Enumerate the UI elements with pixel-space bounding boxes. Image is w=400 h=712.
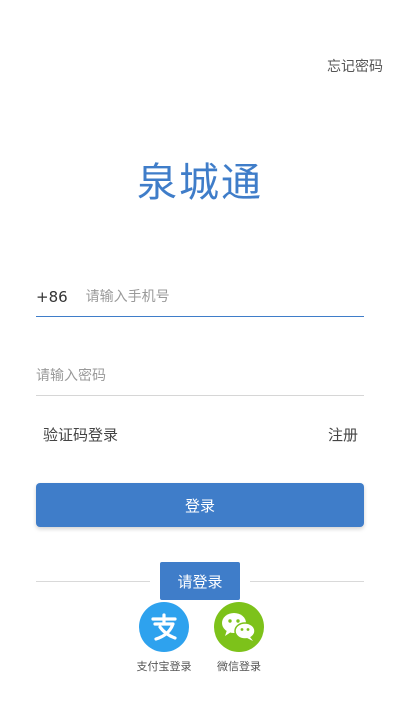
wechat-login-button[interactable]: 微信登录 (204, 602, 274, 674)
alipay-icon (139, 602, 189, 652)
phone-field: +86 (36, 278, 364, 317)
forgot-password-link[interactable]: 忘记密码 (327, 56, 383, 76)
alipay-login-button[interactable]: 支付宝登录 (129, 602, 199, 674)
password-input[interactable] (36, 368, 364, 384)
country-code-selector[interactable]: +86 (36, 288, 68, 306)
login-button[interactable]: 登录 (36, 483, 364, 527)
sms-login-link[interactable]: 验证码登录 (43, 424, 118, 445)
register-link[interactable]: 注册 (328, 424, 358, 445)
divider-left (36, 581, 150, 582)
phone-input[interactable] (85, 289, 364, 305)
alipay-label: 支付宝登录 (136, 660, 192, 673)
divider-right (250, 581, 364, 582)
wechat-label: 微信登录 (217, 660, 261, 673)
password-field (36, 357, 364, 396)
wechat-icon (214, 602, 264, 652)
please-login-button[interactable]: 请登录 (160, 562, 240, 600)
app-title: 泉城通 (137, 160, 263, 206)
